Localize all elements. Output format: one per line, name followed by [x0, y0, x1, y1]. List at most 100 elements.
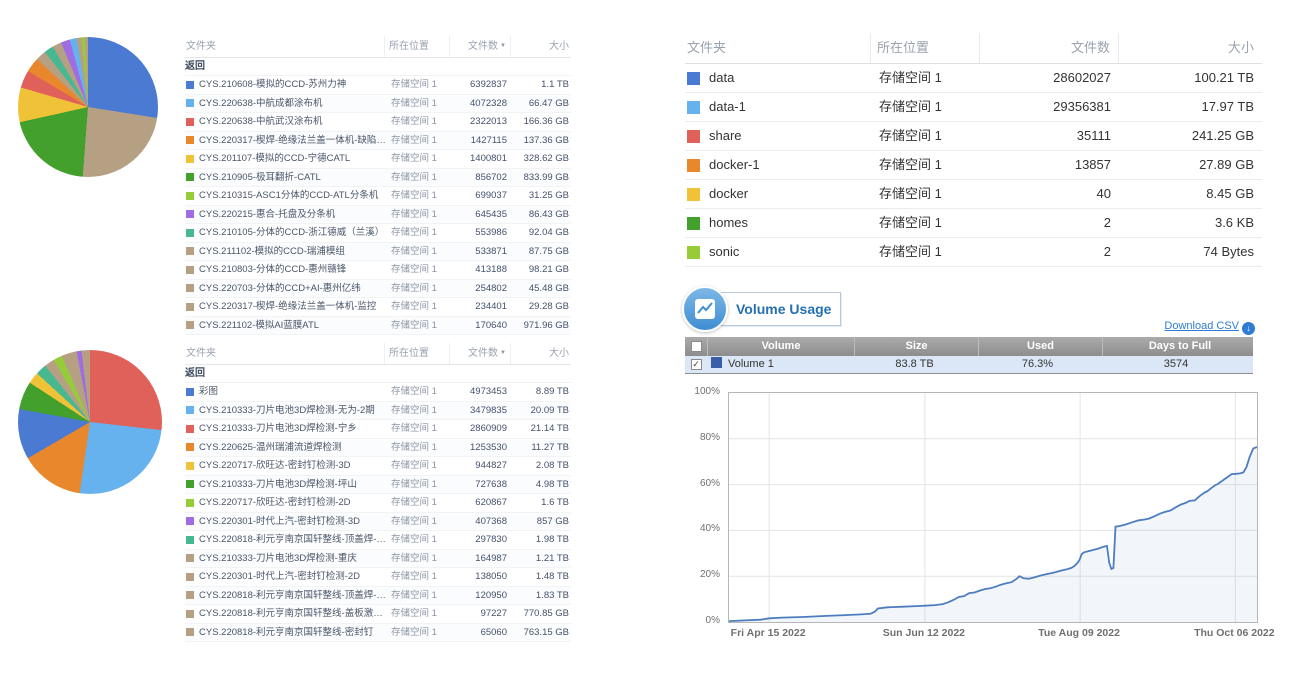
- folder-row[interactable]: CYS.220638-中航武汉涂布机 存储空间 1 2322013 166.36…: [185, 113, 571, 132]
- shared-folder-row[interactable]: homes 存储空间 1 2 3.6 KB: [685, 209, 1262, 238]
- folder-row[interactable]: CYS.220818-利元亨南京国轩整线-密封钉 存储空间 1 65060 76…: [185, 624, 571, 643]
- folder-size: 833.99 GB: [511, 169, 571, 187]
- folder-color-swatch: [687, 101, 700, 114]
- folder-file-count: 2860909: [451, 420, 511, 438]
- folder-row[interactable]: CYS.210333-刀片电池3D焊检测-重庆 存储空间 1 164987 1.…: [185, 550, 571, 569]
- folder-size: 11.27 TB: [511, 439, 571, 457]
- folder-size: 1.83 TB: [511, 587, 571, 605]
- folder-color-swatch: [186, 499, 194, 507]
- folder-color-swatch: [186, 480, 194, 488]
- folder-location: 存储空间 1: [873, 64, 981, 92]
- usage-line-plot: [729, 393, 1257, 622]
- volume-checkbox[interactable]: ✓: [691, 359, 702, 370]
- download-icon[interactable]: ↓: [1242, 322, 1255, 335]
- folder-row[interactable]: CYS.220818-利元亨南京国轩整线-顶盖焊-2D 存储空间 1 12095…: [185, 587, 571, 606]
- folder-row[interactable]: CYS.211102-模拟的CCD-瑞浦模组 存储空间 1 533871 87.…: [185, 243, 571, 262]
- folder-row[interactable]: CYS.210105-分体的CCD-浙江德威（兰溪） 存储空间 1 553986…: [185, 224, 571, 243]
- folder-row[interactable]: CYS.220301-时代上汽-密封钉检测-2D 存储空间 1 138050 1…: [185, 568, 571, 587]
- folder-row[interactable]: CYS.220638-中航成都涂布机 存储空间 1 4072328 66.47 …: [185, 95, 571, 114]
- column-header-file-count[interactable]: 文件数▼: [449, 36, 510, 57]
- folder-name: CYS.220301-时代上汽-密封钉检测-2D: [199, 568, 387, 586]
- folder-row[interactable]: CYS.220215-惠合-托盘及分条机 存储空间 1 645435 86.43…: [185, 206, 571, 225]
- folder-row[interactable]: CYS.210803-分体的CCD-惠州赣锋 存储空间 1 413188 98.…: [185, 261, 571, 280]
- column-header-location[interactable]: 所在位置: [384, 343, 449, 364]
- column-header-location[interactable]: 所在位置: [870, 33, 979, 63]
- column-header-location[interactable]: 所在位置: [384, 36, 449, 57]
- folder-color-swatch: [186, 517, 194, 525]
- folder-location: 存储空间 1: [387, 420, 451, 438]
- column-header-used[interactable]: Used: [978, 337, 1102, 356]
- select-all-cell[interactable]: [685, 337, 707, 356]
- column-header-size[interactable]: 大小: [1118, 33, 1262, 63]
- folder-size-pie-bottom[interactable]: [18, 350, 162, 494]
- x-axis-labels: Fri Apr 15 2022Sun Jun 12 2022Tue Aug 09…: [728, 627, 1256, 643]
- folder-row[interactable]: CYS.220317-楔焊-绝缘法兰盖一体机-缺陷检测 存储空间 1 14271…: [185, 132, 571, 151]
- folder-row[interactable]: CYS.221102-模拟AI蓝膜ATL 存储空间 1 170640 971.9…: [185, 317, 571, 336]
- folder-location: 存储空间 1: [387, 132, 451, 150]
- folder-row[interactable]: CYS.210333-刀片电池3D焊检测-坪山 存储空间 1 727638 4.…: [185, 476, 571, 495]
- column-header-size[interactable]: Size: [854, 337, 978, 356]
- folder-rows: CYS.210608-模拟的CCD-苏州力神 存储空间 1 6392837 1.…: [185, 76, 571, 335]
- folder-color-swatch: [186, 247, 194, 255]
- column-header-days-to-full[interactable]: Days to Full: [1102, 337, 1257, 356]
- folder-row[interactable]: CYS.220717-欣旺达-密封钉检测-3D 存储空间 1 944827 2.…: [185, 457, 571, 476]
- folder-row[interactable]: CYS.201107-模拟的CCD-宁德CATL 存储空间 1 1400801 …: [185, 150, 571, 169]
- volume-row[interactable]: ✓ Volume 1 83.8 TB 76.3% 3574: [685, 356, 1253, 373]
- volume-color-swatch: [711, 357, 722, 368]
- column-header-file-count[interactable]: 文件数: [979, 33, 1118, 63]
- folder-name: CYS.210333-刀片电池3D焊检测-宁乡: [199, 420, 387, 438]
- sort-desc-icon: ▼: [500, 43, 506, 49]
- folder-row[interactable]: CYS.220317-楔焊-绝缘法兰盖一体机-监控 存储空间 1 234401 …: [185, 298, 571, 317]
- column-header-volume[interactable]: Volume: [707, 337, 854, 356]
- column-header-folder[interactable]: 文件夹: [185, 343, 384, 364]
- folder-row[interactable]: 彩图 存储空间 1 4973453 8.89 TB: [185, 383, 571, 402]
- shared-folder-row[interactable]: docker 存储空间 1 40 8.45 GB: [685, 180, 1262, 209]
- shared-folder-row[interactable]: data-1 存储空间 1 29356381 17.97 TB: [685, 93, 1262, 122]
- folder-file-count: 4973453: [451, 383, 511, 401]
- folder-name: CYS.210333-刀片电池3D焊检测-重庆: [199, 550, 387, 568]
- folder-file-count: 2322013: [451, 113, 511, 131]
- folder-file-count: 856702: [451, 169, 511, 187]
- folder-row[interactable]: CYS.210333-刀片电池3D焊检测-宁乡 存储空间 1 2860909 2…: [185, 420, 571, 439]
- column-header-folder[interactable]: 文件夹: [685, 33, 870, 63]
- download-csv-link[interactable]: Download CSV: [1164, 320, 1239, 332]
- folder-size: 87.75 GB: [511, 243, 571, 261]
- folder-name: homes: [709, 209, 873, 237]
- folder-row[interactable]: CYS.210333-刀片电池3D焊检测-无为-2期 存储空间 1 347983…: [185, 402, 571, 421]
- column-header-folder[interactable]: 文件夹: [185, 36, 384, 57]
- back-link[interactable]: 返回: [185, 58, 571, 76]
- shared-folder-rows: data 存储空间 1 28602027 100.21 TB data-1 存储…: [685, 64, 1262, 267]
- folder-size-pie-top[interactable]: [18, 37, 158, 177]
- folder-row[interactable]: CYS.220818-利元亨南京国轩整线-顶盖焊-3D 存储空间 1 29783…: [185, 531, 571, 550]
- folder-row[interactable]: CYS.210608-模拟的CCD-苏州力神 存储空间 1 6392837 1.…: [185, 76, 571, 95]
- y-axis-label: 60%: [700, 478, 720, 489]
- folder-row[interactable]: CYS.220818-利元亨南京国轩整线-盖板激光cd焊前... 存储空间 1 …: [185, 605, 571, 624]
- shared-folder-row[interactable]: docker-1 存储空间 1 13857 27.89 GB: [685, 151, 1262, 180]
- column-header-size[interactable]: 大小: [510, 343, 571, 364]
- folder-report-2: 文件夹 所在位置 文件数▼ 大小 返回 彩图 存储空间 1 4973453 8.…: [185, 343, 571, 642]
- back-link[interactable]: 返回: [185, 365, 571, 383]
- folder-size: 92.04 GB: [511, 224, 571, 242]
- folder-row[interactable]: CYS.210315-ASC1分体的CCD-ATL分条机 存储空间 1 6990…: [185, 187, 571, 206]
- folder-file-count: 1253530: [451, 439, 511, 457]
- select-all-checkbox[interactable]: [691, 341, 702, 352]
- folder-row[interactable]: CYS.220703-分体的CCD+AI-惠州亿纬 存储空间 1 254802 …: [185, 280, 571, 299]
- folder-size: 31.25 GB: [511, 187, 571, 205]
- folder-rows: 彩图 存储空间 1 4973453 8.89 TB CYS.210333-刀片电…: [185, 383, 571, 642]
- folder-file-count: 645435: [451, 206, 511, 224]
- folder-row[interactable]: CYS.220301-时代上汽-密封钉检测-3D 存储空间 1 407368 8…: [185, 513, 571, 532]
- column-header-size[interactable]: 大小: [510, 36, 571, 57]
- folder-row[interactable]: CYS.210905-极耳翻折-CATL 存储空间 1 856702 833.9…: [185, 169, 571, 188]
- folder-row[interactable]: CYS.220625-温州瑞浦流道焊检测 存储空间 1 1253530 11.2…: [185, 439, 571, 458]
- folder-row[interactable]: CYS.220717-欣旺达-密封钉检测-2D 存储空间 1 620867 1.…: [185, 494, 571, 513]
- column-header-file-count[interactable]: 文件数▼: [449, 343, 510, 364]
- folder-size: 166.36 GB: [511, 113, 571, 131]
- folder-location: 存储空间 1: [873, 93, 981, 121]
- shared-folder-row[interactable]: data 存储空间 1 28602027 100.21 TB: [685, 64, 1262, 93]
- folder-size: 27.89 GB: [1119, 151, 1262, 179]
- shared-folder-row[interactable]: sonic 存储空间 1 2 74 Bytes: [685, 238, 1262, 267]
- folder-location: 存储空间 1: [873, 209, 981, 237]
- shared-folder-row[interactable]: share 存储空间 1 35111 241.25 GB: [685, 122, 1262, 151]
- folder-size: 8.89 TB: [511, 383, 571, 401]
- folder-name: sonic: [709, 238, 873, 266]
